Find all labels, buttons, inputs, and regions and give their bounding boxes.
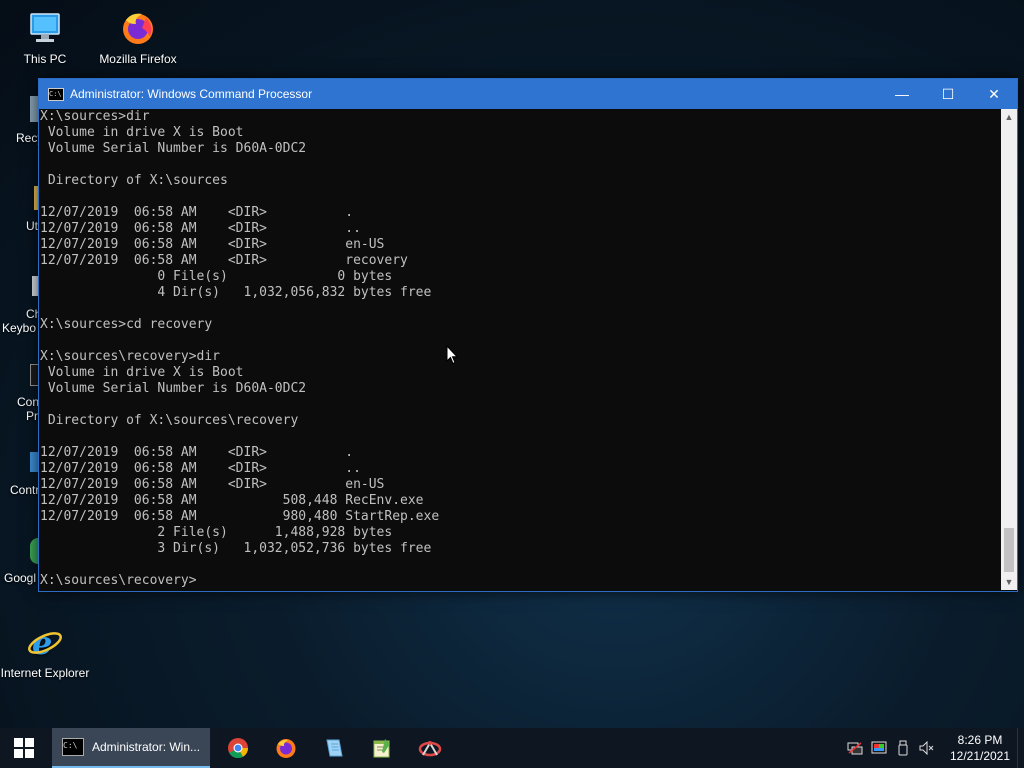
- clock-date: 12/21/2021: [949, 749, 1011, 763]
- windows-logo-icon: [14, 738, 34, 758]
- cmd-app-icon: C:\: [48, 87, 64, 101]
- console-line: 12/07/2019 06:58 AM <DIR> en-US: [40, 237, 385, 252]
- partial-label-ut: Ut: [26, 219, 38, 233]
- window-titlebar[interactable]: C:\ Administrator: Windows Command Proce…: [39, 79, 1017, 109]
- show-desktop-button[interactable]: [1017, 728, 1024, 768]
- taskbar-notepad[interactable]: [310, 728, 358, 768]
- volume-muted-icon[interactable]: [915, 728, 939, 768]
- console-line: Volume in drive X is Boot: [40, 125, 244, 140]
- chrome-icon: [228, 738, 249, 759]
- taskbar-firefox[interactable]: [262, 728, 310, 768]
- recycle-bin-icon[interactable]: [30, 96, 38, 122]
- maximize-button[interactable]: ☐: [925, 79, 971, 109]
- command-processor-window[interactable]: C:\ Administrator: Windows Command Proce…: [38, 78, 1018, 592]
- firefox-icon: [276, 739, 296, 758]
- scroll-down-arrow-icon[interactable]: ▼: [1001, 574, 1017, 590]
- taskbar-notepadpp[interactable]: [358, 728, 406, 768]
- console-line: 12/07/2019 06:58 AM <DIR> .: [40, 445, 354, 460]
- usb-device-icon[interactable]: [891, 728, 915, 768]
- firefox-icon: [118, 8, 158, 48]
- console-line: X:\sources>dir: [40, 109, 150, 124]
- close-button[interactable]: ✕: [971, 79, 1017, 109]
- console-line: 12/07/2019 06:58 AM 508,448 RecEnv.exe: [40, 493, 424, 508]
- partial-label-pr: Pr: [26, 409, 38, 423]
- vertical-scrollbar[interactable]: ▲ ▼: [1001, 109, 1017, 590]
- firefox-shortcut[interactable]: Mozilla Firefox: [93, 4, 183, 66]
- internet-explorer-label: Internet Explorer: [0, 666, 90, 680]
- firefox-label: Mozilla Firefox: [99, 52, 177, 66]
- notepad-icon: [326, 739, 343, 757]
- console-line: 0 File(s) 0 bytes: [40, 269, 393, 284]
- scroll-up-arrow-icon[interactable]: ▲: [1001, 109, 1017, 125]
- console-line: 2 File(s) 1,488,928 bytes: [40, 525, 393, 540]
- internet-explorer-shortcut[interactable]: e Internet Explorer: [0, 618, 90, 680]
- start-button[interactable]: [0, 728, 48, 768]
- console-output[interactable]: X:\sources>dir Volume in drive X is Boot…: [39, 109, 1000, 590]
- console-line: 12/07/2019 06:58 AM <DIR> ..: [40, 461, 361, 476]
- internet-explorer-icon: e: [25, 622, 65, 662]
- computer-icon: [25, 8, 65, 48]
- taskbar-cmd-label: Administrator: Win...: [92, 740, 201, 754]
- system-tray: 8:26 PM 12/21/2021: [843, 728, 1024, 768]
- window-title: Administrator: Windows Command Processor: [70, 87, 313, 101]
- minimize-button[interactable]: —: [879, 79, 925, 109]
- console-line: Directory of X:\sources: [40, 173, 228, 188]
- display-color-icon[interactable]: [867, 728, 891, 768]
- partial-label-control: Contr: [10, 483, 40, 497]
- svg-text:e: e: [32, 624, 52, 662]
- scrollbar-thumb[interactable]: [1004, 528, 1014, 572]
- console-line: X:\sources\recovery>dir: [40, 349, 221, 364]
- console-line: Volume in drive X is Boot: [40, 365, 244, 380]
- this-pc-label: This PC: [23, 52, 67, 66]
- notepadpp-icon: [373, 739, 390, 758]
- partial-label-keyboard: Keybo: [2, 321, 37, 335]
- console-line: X:\sources\recovery>: [40, 573, 197, 588]
- console-line: 12/07/2019 06:58 AM 980,480 StartRep.exe: [40, 509, 440, 524]
- taskbar-clock[interactable]: 8:26 PM 12/21/2021: [943, 732, 1017, 764]
- console-line: 12/07/2019 06:58 AM <DIR> ..: [40, 221, 361, 236]
- cmd-taskbar-icon: C:\: [62, 738, 84, 756]
- console-line: X:\sources>cd recovery: [40, 317, 213, 332]
- control-panel-icon[interactable]: [30, 452, 38, 472]
- network-icon[interactable]: [843, 728, 867, 768]
- taskbar-snipping-tool[interactable]: [406, 728, 454, 768]
- clock-time: 8:26 PM: [957, 733, 1003, 747]
- console-line: 3 Dir(s) 1,032,052,736 bytes free: [40, 541, 432, 556]
- this-pc-shortcut[interactable]: This PC: [0, 4, 90, 66]
- console-line: Directory of X:\sources\recovery: [40, 413, 299, 428]
- console-line: 4 Dir(s) 1,032,056,832 bytes free: [40, 285, 432, 300]
- google-chrome-icon[interactable]: [30, 538, 38, 564]
- taskbar-chrome[interactable]: [214, 728, 262, 768]
- console-line: 12/07/2019 06:58 AM <DIR> en-US: [40, 477, 385, 492]
- taskbar-cmd-window[interactable]: C:\ Administrator: Win...: [52, 728, 210, 768]
- snipping-tool-icon: [418, 741, 442, 757]
- console-line: 12/07/2019 06:58 AM <DIR> .: [40, 205, 354, 220]
- taskbar: C:\ Administrator: Win... 8:26 PM 12/21/…: [0, 728, 1024, 768]
- console-line: Volume Serial Number is D60A-0DC2: [40, 381, 307, 396]
- partial-label-con: Con: [17, 395, 40, 409]
- console-line: 12/07/2019 06:58 AM <DIR> recovery: [40, 253, 408, 268]
- partial-label-google: Googl: [4, 571, 37, 585]
- console-line: Volume Serial Number is D60A-0DC2: [40, 141, 307, 156]
